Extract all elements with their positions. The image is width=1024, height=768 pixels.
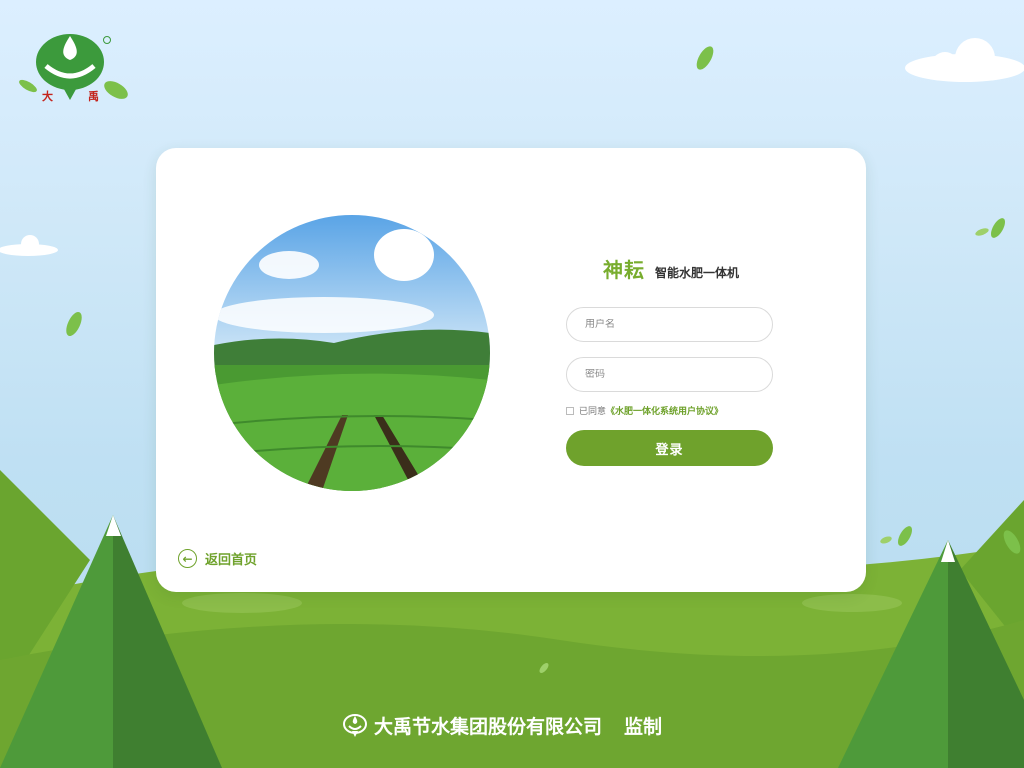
username-input[interactable]: [567, 319, 772, 330]
footer: 大禹节水集团股份有限公司 监制: [342, 712, 662, 739]
logo-mark-icon: [19, 34, 128, 100]
footer-logo-icon: [343, 713, 367, 737]
agree-checkbox[interactable]: [566, 406, 574, 415]
username-field[interactable]: [566, 307, 773, 342]
agreement-link[interactable]: 《水肥一体化系统用户协议》: [606, 404, 723, 417]
login-button[interactable]: 登录: [566, 430, 773, 466]
leaf-icon-5: [898, 526, 912, 546]
footer-company: 大禹节水集团股份有限公司: [374, 716, 603, 738]
password-input[interactable]: [567, 369, 772, 380]
footer-supervise: 监制: [624, 716, 663, 738]
company-logo: 大 禹: [16, 30, 140, 110]
product-name: 智能水肥一体机: [655, 266, 740, 280]
leaf-icon-3: [991, 218, 1005, 238]
logo-text-right: 禹: [88, 90, 99, 103]
agree-text: 已同意: [579, 407, 607, 417]
back-home-link[interactable]: ← 返回首页: [178, 549, 257, 568]
cloud-top-right: [905, 38, 1024, 82]
leaf-icon-1: [696, 46, 714, 70]
leaf-icon-6: [880, 536, 892, 544]
leaf-icon-4: [975, 228, 989, 236]
tea-field-image: [214, 215, 490, 491]
bush-right: [802, 594, 902, 612]
password-field[interactable]: [566, 357, 773, 392]
agreement-row: 已同意 《水肥一体化系统用户协议》: [566, 404, 723, 417]
logo-text-left: 大: [42, 90, 53, 103]
brand-name: 神耘: [603, 258, 645, 282]
arrow-left-icon: ←: [178, 549, 197, 568]
bush-left: [182, 593, 302, 613]
brand-heading: 神耘 智能水肥一体机: [603, 254, 739, 283]
tea-field-photo: [214, 215, 490, 491]
login-card: 神耘 智能水肥一体机 已同意 《水肥一体化系统用户协议》 登录 ← 返回首页: [156, 148, 866, 592]
leaf-icon-2: [66, 311, 82, 337]
back-home-label: 返回首页: [205, 553, 258, 568]
cloud-left: [0, 235, 58, 256]
